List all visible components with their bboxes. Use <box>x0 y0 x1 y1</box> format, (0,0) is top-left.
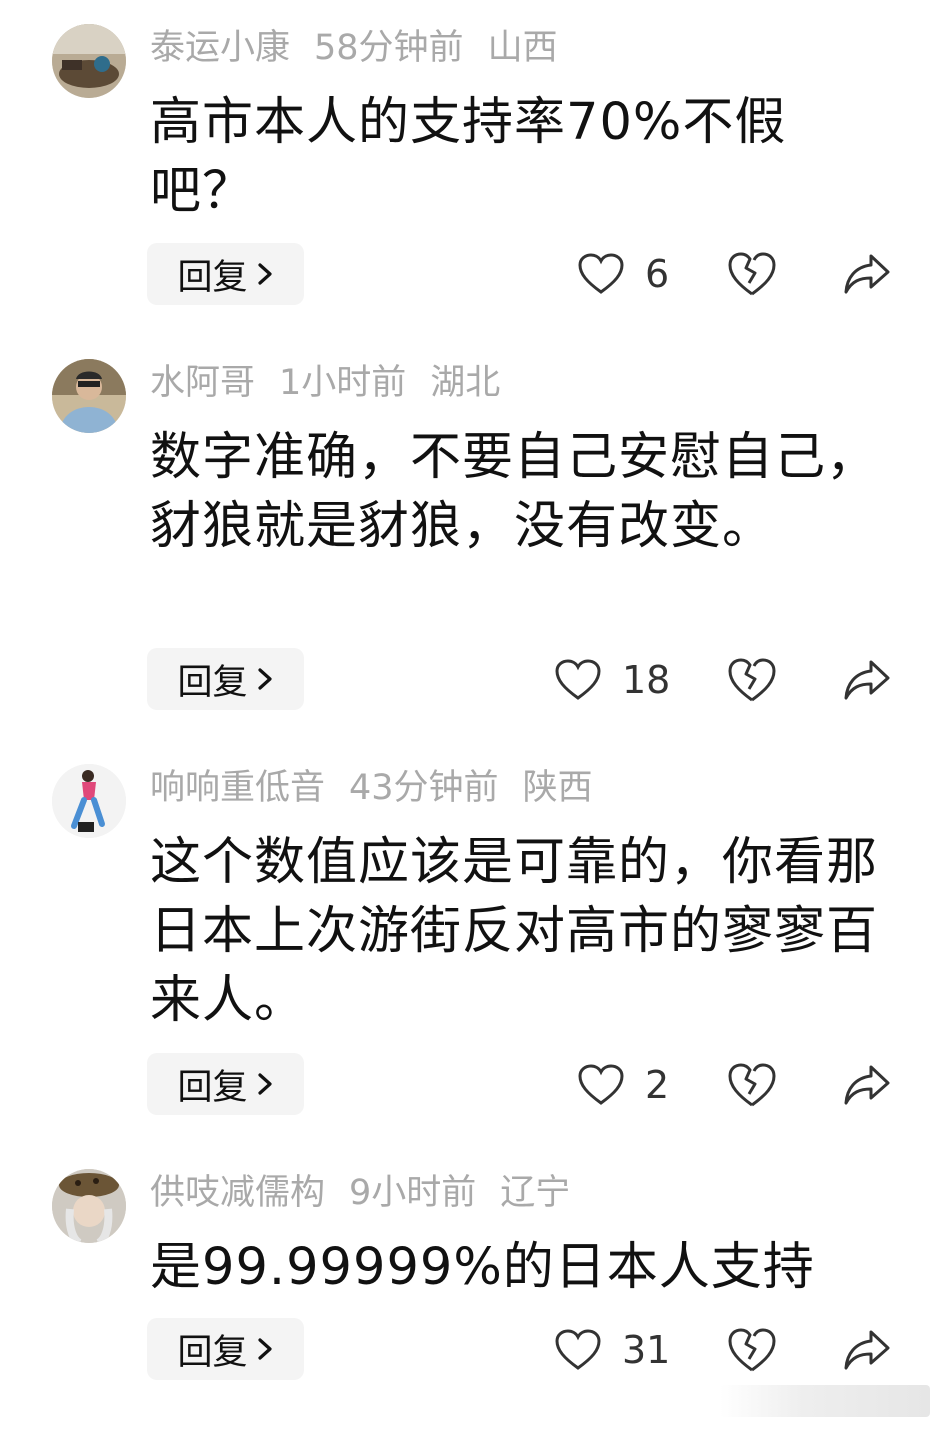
comment-text: 是99.99999%的日本人支持 <box>150 1238 815 1297</box>
timestamp: 1小时前 <box>279 363 407 403</box>
chevron-right-icon <box>257 668 272 690</box>
reply-label: 回复 <box>177 1067 248 1108</box>
comment-meta: 水阿哥 1小时前 湖北 <box>150 359 524 407</box>
location: 陕西 <box>522 768 593 808</box>
comment-text: 高市本人的支持率70%不假吧？ <box>150 93 787 221</box>
timestamp: 43分钟前 <box>349 768 499 808</box>
broken-heart-icon <box>728 1328 776 1372</box>
like-count: 2 <box>645 1063 670 1107</box>
reply-button[interactable]: 回复 <box>147 1053 304 1115</box>
location: 辽宁 <box>500 1173 571 1213</box>
like-count: 6 <box>645 252 670 296</box>
share-arrow-icon <box>844 1065 890 1105</box>
chevron-right-icon <box>257 263 272 285</box>
location: 山西 <box>487 28 558 68</box>
reply-button[interactable]: 回复 <box>147 243 304 305</box>
avatar[interactable] <box>52 359 126 433</box>
dislike-button[interactable] <box>727 1061 777 1109</box>
comment-text: 这个数值应该是可靠的，你看那日本上次游街反对高市的寥寥百来人。 <box>150 833 879 1030</box>
timestamp: 58分钟前 <box>314 28 464 68</box>
share-arrow-icon <box>844 1330 890 1370</box>
dislike-button[interactable] <box>727 1326 777 1374</box>
like-button[interactable]: 31 <box>554 1328 670 1372</box>
timestamp: 9小时前 <box>349 1173 477 1213</box>
like-button[interactable]: 18 <box>554 658 670 702</box>
reply-label: 回复 <box>177 662 248 703</box>
username[interactable]: 响响重低音 <box>150 768 325 808</box>
chevron-right-icon <box>257 1338 272 1360</box>
share-button[interactable] <box>842 250 892 298</box>
reply-label: 回复 <box>177 1332 248 1373</box>
comment-text: 数字准确，不要自己安慰自己，豺狼就是豺狼，没有改变。 <box>150 428 879 556</box>
watermark-strip <box>720 1385 930 1417</box>
like-button[interactable]: 6 <box>577 252 691 296</box>
comment-meta: 泰运小康 58分钟前 山西 <box>150 24 582 72</box>
share-arrow-icon <box>844 660 890 700</box>
dislike-button[interactable] <box>727 656 777 704</box>
share-arrow-icon <box>844 254 890 294</box>
comment-meta: 供吱减儒构 9小时前 辽宁 <box>150 1169 594 1217</box>
avatar[interactable] <box>52 24 126 98</box>
share-button[interactable] <box>842 1326 892 1374</box>
username[interactable]: 供吱减儒构 <box>150 1173 325 1213</box>
username[interactable]: 泰运小康 <box>150 28 290 68</box>
comment-meta: 响响重低音 43分钟前 陕西 <box>150 764 617 812</box>
location: 湖北 <box>430 363 501 403</box>
comment-list: 泰运小康 58分钟前 山西 高市本人的支持率70%不假吧？ 回复 6 水阿哥 1… <box>0 0 946 1435</box>
heart-outline-icon <box>578 1064 624 1105</box>
broken-heart-icon <box>728 1063 776 1107</box>
like-count: 31 <box>622 1328 671 1372</box>
broken-heart-icon <box>728 252 776 296</box>
avatar[interactable] <box>52 1169 126 1243</box>
like-count: 18 <box>622 658 671 702</box>
reply-button[interactable]: 回复 <box>147 648 304 710</box>
avatar[interactable] <box>52 764 126 838</box>
like-button[interactable]: 2 <box>577 1063 691 1107</box>
heart-outline-icon <box>578 253 624 294</box>
broken-heart-icon <box>728 658 776 702</box>
reply-button[interactable]: 回复 <box>147 1318 304 1380</box>
heart-outline-icon <box>555 659 601 700</box>
heart-outline-icon <box>555 1329 601 1370</box>
share-button[interactable] <box>842 1061 892 1109</box>
username[interactable]: 水阿哥 <box>150 363 255 403</box>
dislike-button[interactable] <box>727 250 777 298</box>
share-button[interactable] <box>842 656 892 704</box>
chevron-right-icon <box>257 1073 272 1095</box>
reply-label: 回复 <box>177 257 248 298</box>
